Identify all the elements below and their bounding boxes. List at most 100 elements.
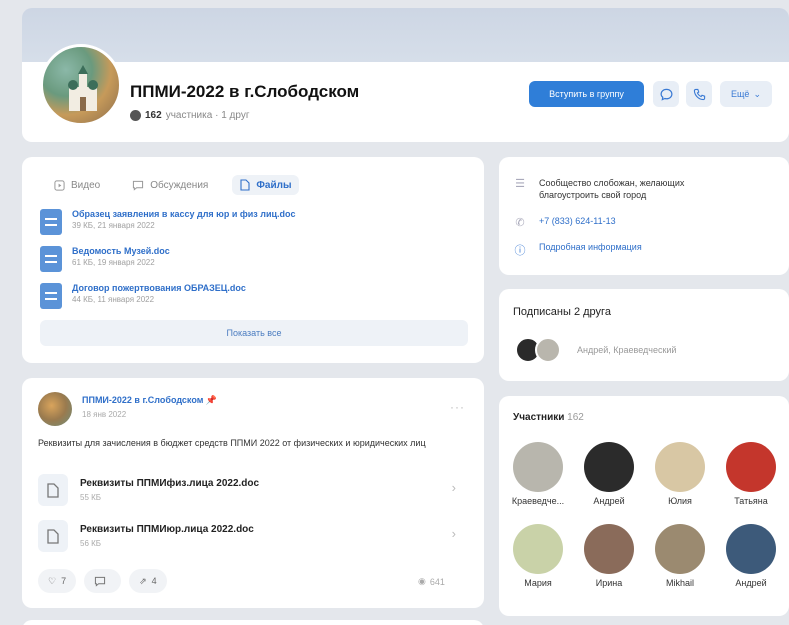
- members-count: 162: [145, 110, 162, 121]
- group-title: ППМИ-2022 в г.Слободском: [130, 82, 360, 101]
- tab-video[interactable]: Видео: [46, 175, 108, 195]
- info-details-row[interactable]: ⓘ Подробная информация: [513, 242, 642, 258]
- member-item[interactable]: Андрей: [576, 442, 642, 506]
- member-name: Андрей: [735, 578, 767, 588]
- member-item[interactable]: Юлия: [647, 442, 713, 506]
- file-name[interactable]: Договор пожертвования ОБРАЗЕЦ.doc: [72, 283, 246, 293]
- friends-block: Подписаны 2 друга Андрей, Краеведческий: [499, 289, 789, 381]
- eye-icon: ◉: [418, 576, 426, 586]
- video-icon: [54, 179, 65, 191]
- post-actions: ♡ 7 ⇗ 4: [38, 569, 167, 593]
- member-item[interactable]: Краеведче...: [505, 442, 571, 506]
- phone-icon: ✆: [515, 217, 525, 229]
- show-all-button[interactable]: Показать все: [40, 320, 468, 346]
- tab-discussions[interactable]: Обсуждения: [124, 175, 216, 195]
- post-date[interactable]: 18 янв 2022: [82, 410, 126, 419]
- pin-icon: 📌: [205, 395, 218, 405]
- member-avatar: [726, 524, 776, 574]
- file-item[interactable]: Ведомость Музей.doc 61 КБ, 19 января 202…: [40, 246, 170, 272]
- share-icon: ⇗: [139, 575, 147, 586]
- attachment-name: Реквизиты ППМИфиз.лица 2022.doc: [80, 478, 260, 489]
- info-description: Сообщество слобожан, желающих благоустро…: [539, 178, 685, 200]
- tab-discussions-label: Обсуждения: [150, 179, 209, 191]
- member-item[interactable]: Мария: [505, 524, 571, 588]
- more-button[interactable]: Ещё ⌄: [720, 81, 772, 107]
- member-item[interactable]: Mikhail: [647, 524, 713, 588]
- file-item[interactable]: Договор пожертвования ОБРАЗЕЦ.doc 44 КБ,…: [40, 283, 246, 309]
- discussion-icon: [133, 180, 144, 191]
- message-icon: [660, 88, 672, 101]
- member-avatar: [584, 442, 634, 492]
- file-icon: [240, 179, 250, 191]
- post-author[interactable]: ППМИ-2022 в г.Слободском 📌: [82, 395, 217, 406]
- call-button[interactable]: [686, 81, 712, 107]
- document-icon: [38, 474, 68, 506]
- member-avatar: [513, 524, 563, 574]
- phone-icon: [693, 88, 705, 100]
- file-item[interactable]: Образец заявления в кассу для юр и физ л…: [40, 209, 296, 235]
- views-count: 641: [429, 576, 445, 587]
- member-name: Юлия: [668, 496, 692, 506]
- group-avatar[interactable]: [40, 44, 122, 126]
- join-group-button[interactable]: Вступить в группу: [529, 81, 644, 107]
- members-label: участника · 1 друг: [165, 110, 250, 121]
- group-meta[interactable]: 162 участника · 1 друг: [130, 110, 249, 121]
- members-block: Участники 162 Краеведче... Андрей Юлия Т…: [499, 396, 789, 616]
- share-button[interactable]: ⇗ 4: [129, 569, 167, 593]
- member-name: Татьяна: [734, 496, 768, 506]
- members-title[interactable]: Участники 162: [513, 412, 584, 423]
- comment-button[interactable]: [84, 569, 122, 593]
- heart-icon: ♡: [48, 575, 57, 586]
- info-block: ☰ Сообщество слобожан, желающих благоуст…: [499, 157, 789, 275]
- document-icon: [40, 283, 62, 309]
- member-avatar: [655, 524, 705, 574]
- member-name: Мария: [524, 578, 552, 588]
- member-item[interactable]: Ирина: [576, 524, 642, 588]
- member-name: Андрей: [593, 496, 625, 506]
- wall-post: ППМИ-2022 в г.Слободском 📌 18 янв 2022 ·…: [22, 378, 484, 608]
- info-details-link[interactable]: Подробная информация: [539, 242, 642, 252]
- member-avatar: [513, 442, 563, 492]
- document-icon: [40, 209, 62, 235]
- attachment-size: 55 КБ: [80, 493, 102, 502]
- attachment-size: 56 КБ: [80, 539, 102, 548]
- attachment-item[interactable]: Реквизиты ППМИюр.лица 2022.doc 56 КБ ›: [38, 518, 468, 554]
- attachment-item[interactable]: Реквизиты ППМИфиз.лица 2022.doc 55 КБ ›: [38, 472, 468, 508]
- file-info: 61 КБ, 19 января 2022: [72, 258, 155, 267]
- tab-files-label: Файлы: [256, 179, 292, 191]
- next-post-edge: [22, 620, 484, 625]
- files-block: Видео Обсуждения Файлы Образец заявления…: [22, 157, 484, 363]
- info-phone[interactable]: +7 (833) 624-11-13: [539, 216, 616, 226]
- more-options-icon[interactable]: ···: [450, 400, 465, 414]
- views-counter: ◉ 641: [418, 576, 445, 587]
- member-name: Краеведче...: [511, 496, 565, 506]
- member-item[interactable]: Татьяна: [718, 442, 784, 506]
- like-button[interactable]: ♡ 7: [38, 569, 77, 593]
- member-avatar: [655, 442, 705, 492]
- chevron-down-icon: ⌄: [753, 88, 761, 99]
- file-name[interactable]: Образец заявления в кассу для юр и физ л…: [72, 209, 296, 219]
- info-phone-row[interactable]: ✆ +7 (833) 624-11-13: [513, 216, 616, 229]
- members-icon: [130, 110, 141, 121]
- member-name: Ирина: [595, 578, 623, 588]
- member-avatar: [726, 442, 776, 492]
- church-icon: [68, 65, 98, 111]
- more-label: Ещё: [731, 89, 750, 99]
- likes-count: 7: [61, 576, 67, 586]
- file-name[interactable]: Ведомость Музей.doc: [72, 246, 170, 256]
- friends-title[interactable]: Подписаны 2 друга: [513, 306, 611, 318]
- file-info: 39 КБ, 21 января 2022: [72, 221, 155, 230]
- cover-image: [22, 8, 789, 68]
- post-author-avatar[interactable]: [38, 392, 72, 426]
- attachment-name: Реквизиты ППМИюр.лица 2022.doc: [80, 524, 254, 535]
- info-icon: ⓘ: [514, 245, 526, 257]
- friends-names: Андрей, Краеведческий: [577, 345, 677, 355]
- tab-files[interactable]: Файлы: [232, 175, 300, 195]
- member-name: Mikhail: [665, 578, 694, 588]
- friend-avatar[interactable]: [535, 337, 561, 363]
- description-icon: ☰: [515, 178, 525, 190]
- member-item[interactable]: Андрей: [718, 524, 784, 588]
- message-button[interactable]: [653, 81, 679, 107]
- media-tabs: Видео Обсуждения Файлы: [46, 175, 300, 195]
- members-title-count: 162: [567, 412, 584, 423]
